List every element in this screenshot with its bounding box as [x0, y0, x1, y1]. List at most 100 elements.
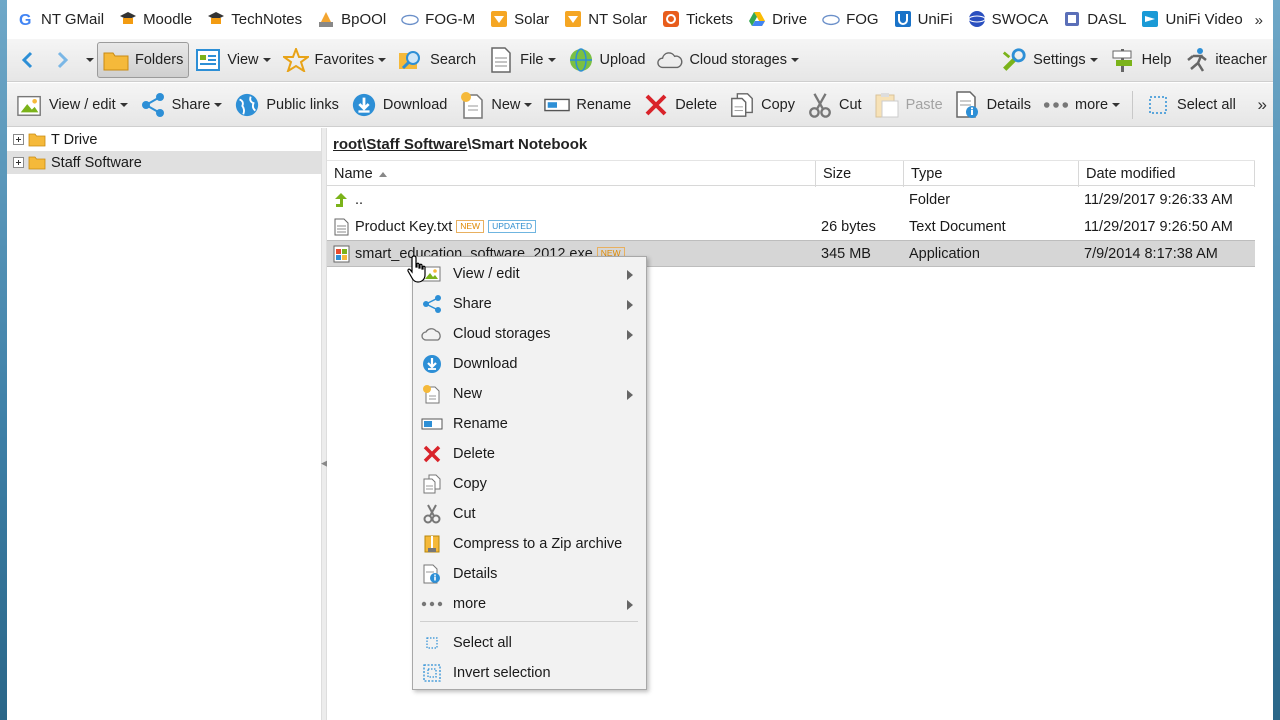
toolbar-overflow-button[interactable]: » [1252, 87, 1273, 123]
breadcrumb-root[interactable]: root [333, 136, 362, 153]
menu-item-compress-zip[interactable]: Compress to a Zip archive [414, 529, 645, 559]
sort-ascending-icon [378, 171, 387, 177]
cut-button[interactable]: Cut [801, 87, 868, 123]
more-menu-button[interactable]: more [1037, 87, 1126, 123]
share-menu-button[interactable]: Share [134, 87, 229, 123]
cloud-icon [657, 47, 683, 73]
folder-icon [28, 133, 46, 147]
view-layout-icon [195, 47, 221, 73]
user-account-button[interactable]: iteacher [1177, 42, 1273, 78]
expand-icon[interactable] [13, 134, 24, 145]
cloud-icon [401, 10, 419, 28]
menu-item-share[interactable]: Share [414, 289, 645, 319]
upload-button[interactable]: Upload [562, 42, 652, 78]
menu-item-cut[interactable]: Cut [414, 499, 645, 529]
rename-icon [544, 92, 571, 118]
expand-icon[interactable] [13, 157, 24, 168]
bookmark-drive[interactable]: Drive [748, 10, 807, 28]
menu-item-invert-selection[interactable]: Invert selection [414, 658, 645, 688]
bookmark-nt-solar[interactable]: NT Solar [564, 10, 647, 28]
search-button[interactable]: Search [392, 42, 482, 78]
file-menu-button[interactable]: File [482, 42, 561, 78]
delete-icon [421, 443, 443, 465]
bookmark-dasl[interactable]: DASL [1063, 10, 1126, 28]
bookmark-tickets[interactable]: Tickets [662, 10, 733, 28]
dasl-icon [1063, 10, 1081, 28]
table-row[interactable]: Product Key.txt NEW UPDATED 26 bytes Tex… [327, 213, 1255, 240]
forward-button[interactable] [45, 42, 79, 78]
folders-button[interactable]: Folders [97, 42, 190, 78]
column-header-size[interactable]: Size [816, 161, 904, 187]
paste-button[interactable]: Paste [868, 87, 949, 123]
menu-item-view-edit[interactable]: View / edit [414, 259, 645, 289]
help-button[interactable]: Help [1104, 42, 1178, 78]
table-row[interactable]: .. Folder 11/29/2017 9:26:33 AM [327, 186, 1255, 213]
cloud-storages-menu-button[interactable]: Cloud storages [651, 42, 805, 78]
details-icon [421, 563, 443, 585]
favorites-menu-button[interactable]: Favorites [277, 42, 393, 78]
copy-button[interactable]: Copy [723, 87, 801, 123]
column-header-name[interactable]: Name [327, 161, 816, 187]
paste-icon [874, 92, 900, 118]
column-header-type[interactable]: Type [904, 161, 1079, 187]
view-menu-button[interactable]: View [189, 42, 276, 78]
menu-item-copy[interactable]: Copy [414, 469, 645, 499]
bookmark-moodle[interactable]: Moodle [119, 10, 192, 28]
submenu-arrow-icon [627, 330, 633, 340]
copy-icon [421, 473, 443, 495]
search-icon [398, 47, 424, 73]
menu-item-select-all[interactable]: Select all [414, 628, 645, 658]
bookmark-fog-m[interactable]: FOG-M [401, 10, 475, 28]
bookmark-nt-gmail[interactable]: G NT GMail [17, 10, 104, 28]
breadcrumb-staff-software[interactable]: Staff Software [366, 136, 467, 153]
back-arrow-icon [21, 51, 33, 69]
column-header-date[interactable]: Date modified [1079, 161, 1255, 187]
menu-item-details[interactable]: Details [414, 559, 645, 589]
menu-item-rename[interactable]: Rename [414, 409, 645, 439]
rename-button[interactable]: Rename [538, 87, 637, 123]
download-button[interactable]: Download [345, 87, 454, 123]
bookmark-solar[interactable]: Solar [490, 10, 549, 28]
select-all-button[interactable]: Select all [1139, 87, 1242, 123]
bookmark-fog[interactable]: FOG [822, 10, 879, 28]
mortarboard-icon [119, 10, 137, 28]
details-button[interactable]: Details [949, 87, 1037, 123]
bookmark-technotes[interactable]: TechNotes [207, 10, 302, 28]
delete-button[interactable]: Delete [637, 87, 723, 123]
grid-header: Name Size Type Date modified [327, 160, 1255, 187]
star-icon [282, 47, 309, 73]
new-menu-button[interactable]: New [453, 87, 538, 123]
public-links-button[interactable]: Public links [228, 87, 345, 123]
pma-icon [317, 10, 335, 28]
folder-icon [103, 47, 129, 73]
back-button[interactable] [11, 42, 45, 78]
cloud-icon [421, 323, 443, 345]
tree-node-staff-software[interactable]: Staff Software [7, 151, 321, 174]
unifi-video-icon [1141, 10, 1159, 28]
main-toolbar: Folders View Favorites Search File Uploa… [7, 39, 1273, 82]
delete-icon [643, 92, 669, 118]
submenu-arrow-icon [627, 270, 633, 280]
menu-item-new[interactable]: New [414, 379, 645, 409]
menu-item-more[interactable]: more [414, 589, 645, 619]
bookmarks-overflow-button[interactable]: » [1255, 12, 1263, 29]
menu-item-cloud-storages[interactable]: Cloud storages [414, 319, 645, 349]
menu-separator [420, 621, 638, 622]
chevron-down-icon [86, 58, 94, 62]
globe-icon [968, 10, 986, 28]
view-edit-menu-button[interactable]: View / edit [11, 87, 134, 123]
invert-selection-icon [421, 662, 443, 684]
bookmark-bpool[interactable]: BpOOl [317, 10, 386, 28]
scissors-icon [807, 92, 833, 118]
bookmark-swoca[interactable]: SWOCA [968, 10, 1048, 28]
settings-menu-button[interactable]: Settings [995, 42, 1103, 78]
menu-item-delete[interactable]: Delete [414, 439, 645, 469]
tree-node-t-drive[interactable]: T Drive [7, 128, 321, 151]
text-file-icon [334, 218, 349, 235]
folder-tree: T Drive Staff Software [7, 128, 321, 720]
menu-item-download[interactable]: Download [414, 349, 645, 379]
history-dropdown[interactable] [79, 42, 97, 78]
breadcrumb: root\Staff Software\Smart Notebook [333, 136, 588, 153]
bookmark-unifi-video[interactable]: UniFi Video [1141, 10, 1243, 28]
bookmark-unifi[interactable]: UniFi [894, 10, 953, 28]
